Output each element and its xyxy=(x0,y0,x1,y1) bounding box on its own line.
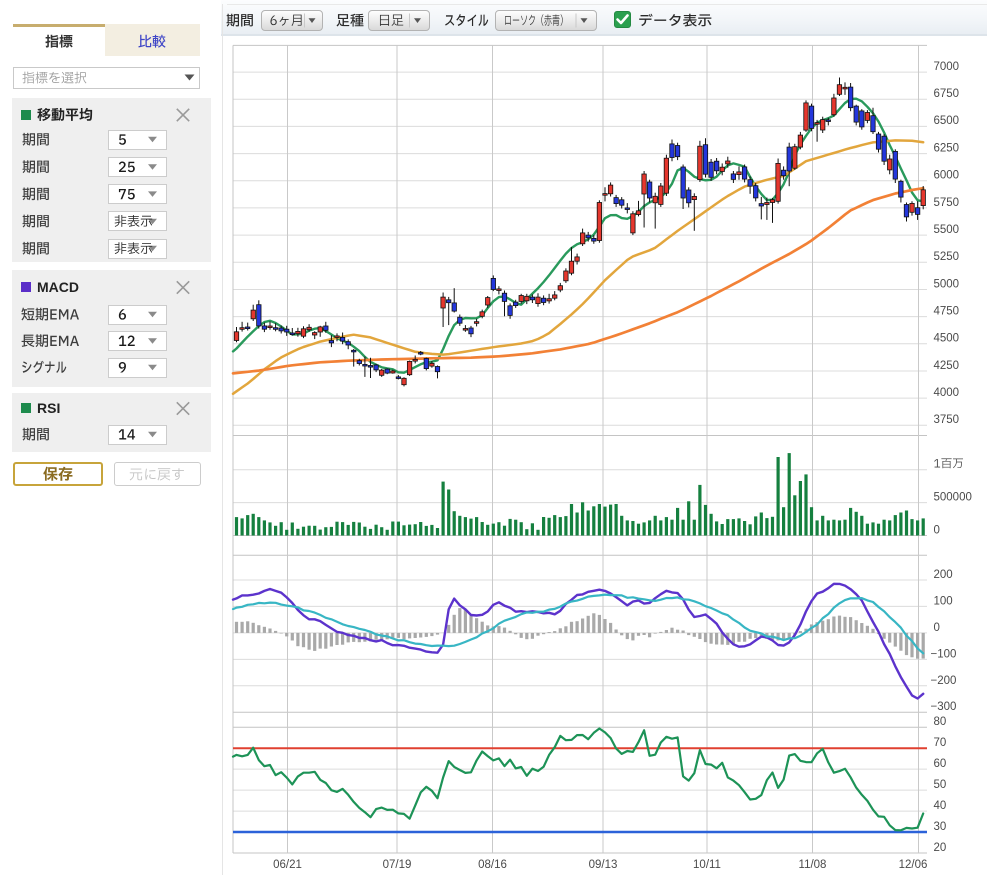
svg-text:0: 0 xyxy=(934,524,940,536)
svg-text:09/13: 09/13 xyxy=(589,859,618,871)
svg-text:07/19: 07/19 xyxy=(383,859,412,871)
svg-text:0: 0 xyxy=(934,622,940,634)
svg-text:5250: 5250 xyxy=(934,251,960,263)
svg-text:70: 70 xyxy=(934,737,947,749)
svg-text:500000: 500000 xyxy=(934,491,972,503)
svg-text:6500: 6500 xyxy=(934,115,960,127)
svg-text:08/16: 08/16 xyxy=(478,859,507,871)
svg-text:100: 100 xyxy=(934,595,953,607)
svg-text:−200: −200 xyxy=(931,675,957,687)
svg-text:06/21: 06/21 xyxy=(273,859,302,871)
svg-text:−100: −100 xyxy=(931,648,957,660)
svg-text:200: 200 xyxy=(934,569,953,581)
svg-text:20: 20 xyxy=(934,842,947,854)
svg-text:5000: 5000 xyxy=(934,278,960,290)
svg-text:30: 30 xyxy=(934,821,947,833)
svg-text:80: 80 xyxy=(934,716,947,728)
svg-text:12/06: 12/06 xyxy=(899,859,928,871)
svg-text:4000: 4000 xyxy=(934,387,960,399)
svg-text:60: 60 xyxy=(934,758,947,770)
svg-text:4250: 4250 xyxy=(934,360,960,372)
svg-text:3750: 3750 xyxy=(934,414,960,426)
svg-text:5500: 5500 xyxy=(934,224,960,236)
svg-text:6250: 6250 xyxy=(934,142,960,154)
svg-text:50: 50 xyxy=(934,779,947,791)
svg-text:−300: −300 xyxy=(931,701,957,713)
svg-text:7000: 7000 xyxy=(934,61,960,73)
svg-text:11/08: 11/08 xyxy=(799,859,827,871)
svg-text:4500: 4500 xyxy=(934,333,960,345)
svg-text:10/11: 10/11 xyxy=(693,859,721,871)
svg-text:5750: 5750 xyxy=(934,197,960,209)
svg-text:40: 40 xyxy=(934,800,947,812)
svg-text:6750: 6750 xyxy=(934,88,960,100)
svg-text:4750: 4750 xyxy=(934,305,960,317)
svg-text:6000: 6000 xyxy=(934,170,960,182)
